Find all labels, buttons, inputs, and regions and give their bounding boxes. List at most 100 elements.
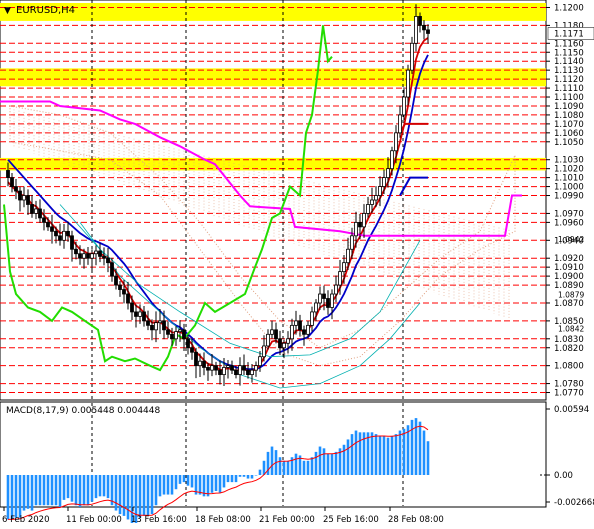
macd-bar [354, 430, 358, 475]
macd-bar [102, 475, 106, 497]
small-tick-label-0: 1.0879 [558, 290, 584, 299]
candle-body [230, 365, 234, 371]
candle-body [70, 235, 74, 250]
macd-bar [90, 475, 94, 502]
candle-body [350, 235, 354, 250]
macd-bar [246, 475, 250, 479]
macd-bar [374, 434, 378, 475]
macd-bar [54, 475, 58, 506]
macd-bar [114, 475, 118, 511]
candle-body [170, 333, 174, 340]
macd-bar [106, 475, 110, 499]
zone-1 [0, 68, 546, 87]
candle-body [298, 320, 302, 331]
macd-bar [286, 460, 290, 475]
macd-bar [198, 475, 202, 495]
price-tick-label-32: 1.0770 [554, 389, 584, 399]
candle-body [66, 230, 70, 237]
macd-bar [378, 435, 382, 475]
macd-bar [398, 430, 402, 475]
macd-bar [242, 475, 246, 477]
macd-bar [30, 475, 34, 511]
macd-bar [382, 435, 386, 475]
candle-body [282, 342, 286, 349]
candle-body [50, 226, 54, 232]
candle-body [274, 329, 278, 340]
candle-body [114, 275, 118, 286]
macd-bar [370, 432, 374, 475]
candle-body [306, 324, 310, 335]
macd-bar [146, 475, 150, 516]
candle-body [314, 302, 318, 313]
candle-body [286, 338, 290, 344]
candle-body [266, 333, 270, 347]
candle-body [410, 42, 414, 71]
candle-body [190, 347, 194, 353]
candle-body [218, 369, 222, 376]
candle-body [130, 302, 134, 313]
candle-body [330, 293, 334, 308]
macd-bar [190, 475, 194, 488]
macd-bar [294, 453, 298, 475]
candle-body [374, 195, 378, 201]
time-label-1: 11 Feb 00:00 [66, 515, 122, 525]
candle-body [98, 250, 102, 257]
candle-body [346, 248, 350, 264]
time-label-0: 6 Feb 2020 [2, 515, 50, 525]
time-label-4: 21 Feb 00:00 [259, 515, 315, 525]
candle-body [206, 367, 210, 371]
zone-0 [0, 3, 546, 21]
candle-body [318, 293, 322, 304]
time-label-3: 18 Feb 08:00 [195, 515, 251, 525]
candle-body [198, 360, 202, 367]
macd-bar [226, 475, 230, 483]
candle-body [18, 190, 22, 201]
macd-bar [254, 475, 258, 476]
time-axis: 6 Feb 2020 11 Feb 00:00 13 Feb 16:00 18 Feb… [2, 507, 444, 525]
symbol-marker-icon: ▼ [4, 6, 11, 16]
macd-bar [42, 475, 46, 506]
candle-body [290, 324, 294, 340]
candle-body [202, 360, 206, 368]
macd-bar [154, 475, 158, 506]
macd-bar [162, 475, 166, 495]
price-plot-area [0, 0, 547, 401]
macd-bar [174, 475, 178, 490]
macd-bar [402, 428, 406, 475]
small-tick-label-1: 1.0942 [558, 235, 584, 244]
candle-body [22, 195, 26, 201]
candle-body [402, 96, 406, 116]
candle-body [418, 16, 422, 26]
macd-bar [218, 475, 222, 493]
candle-body [362, 213, 366, 228]
macd-bar [142, 475, 146, 516]
macd-bar [214, 475, 218, 491]
candle-body [182, 329, 186, 340]
candle-body [278, 338, 282, 349]
macd-bar [326, 453, 330, 475]
candle-body [250, 369, 254, 376]
candle-body [110, 262, 114, 277]
candle-body [174, 331, 178, 340]
candle-body [34, 208, 38, 214]
macd-bar [126, 475, 130, 520]
macd-bar [322, 448, 326, 475]
macd-panel: MACD(8,17,9) 0.005448 0.004448 0.005940.… [0, 401, 594, 523]
macd-bar [62, 475, 66, 500]
candle-body [234, 369, 238, 376]
candle-body [154, 322, 158, 331]
candle-body [166, 329, 170, 335]
candle-body [62, 230, 66, 241]
macd-bar [314, 451, 318, 475]
candle-body [46, 221, 50, 228]
price-tick-label-13: 1.1050 [554, 138, 584, 148]
candle-body [406, 69, 410, 98]
price-tick-label-0: 1.1200 [554, 3, 584, 13]
macd-bar [170, 475, 174, 495]
candle-body [242, 365, 246, 371]
candle-body [86, 253, 90, 259]
candle-body [366, 204, 370, 214]
candle-body [386, 168, 390, 179]
candle-body [10, 177, 14, 187]
macd-bar [234, 475, 238, 483]
